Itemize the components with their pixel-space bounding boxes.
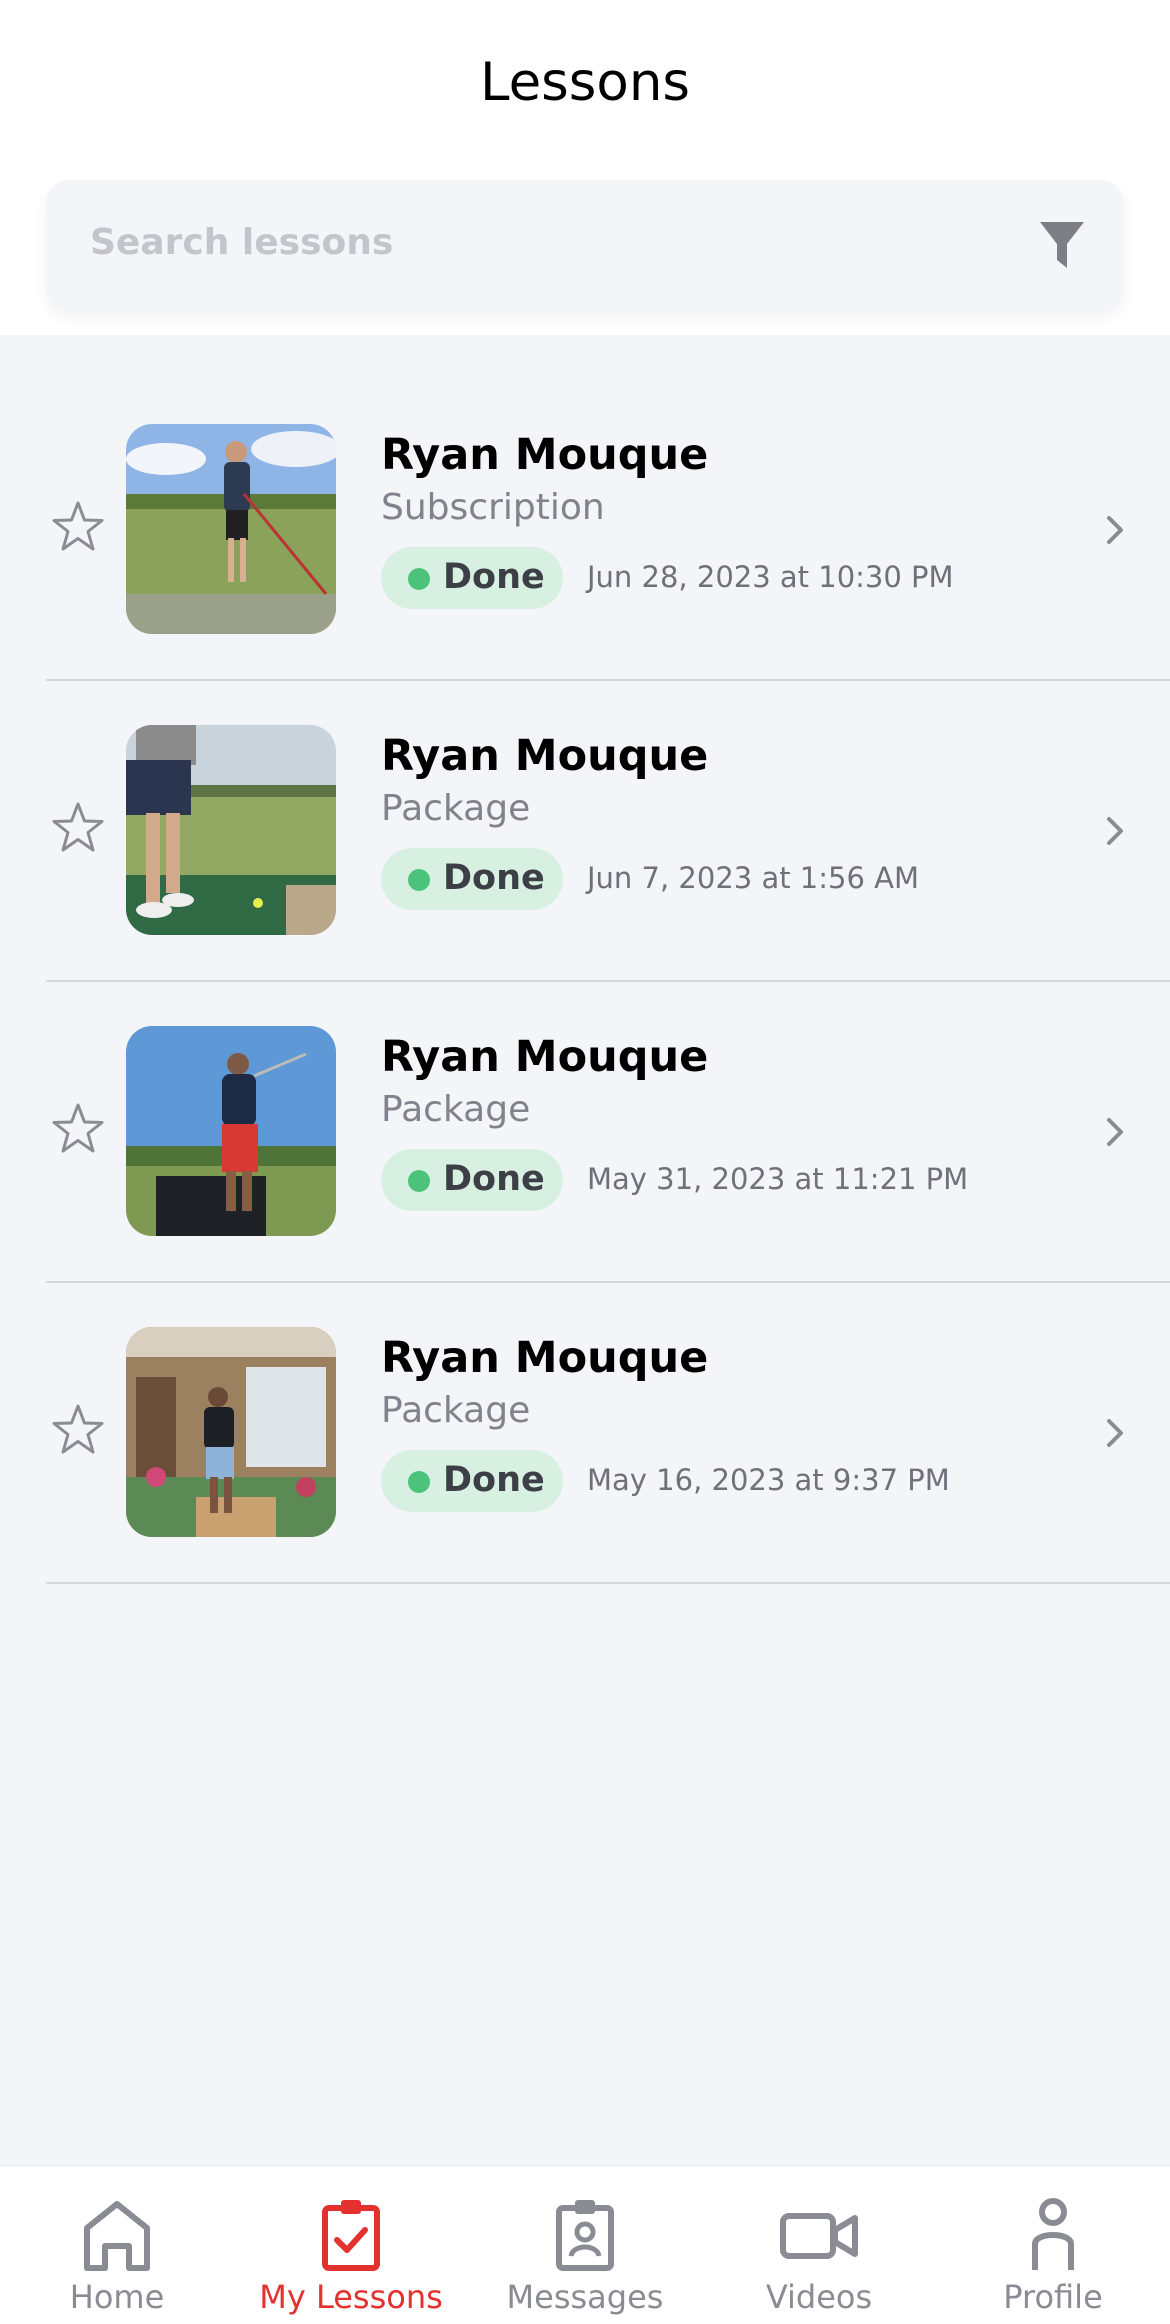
clipboard-check-icon — [322, 2200, 380, 2271]
nav-item-my-lessons[interactable]: My Lessons — [234, 2166, 468, 2324]
lesson-row[interactable]: Ryan Mouque Subscription Done Jun 28, 20… — [46, 380, 1170, 681]
nav-label-profile: Profile — [1003, 2278, 1103, 2316]
status-dot — [408, 1170, 430, 1192]
star-icon[interactable] — [48, 799, 108, 859]
lesson-row[interactable]: Ryan Mouque Package Done May 16, 2023 at… — [46, 1283, 1170, 1584]
status-text: Done — [443, 1159, 545, 1199]
lesson-type: Package — [381, 1390, 531, 1431]
person-icon — [1032, 2198, 1074, 2270]
lesson-row[interactable]: Ryan Mouque Package Done Jun 7, 2023 at … — [46, 681, 1170, 982]
coach-name: Ryan Mouque — [381, 430, 709, 480]
coach-name: Ryan Mouque — [381, 731, 709, 781]
status-badge: Done — [381, 547, 563, 609]
status-dot — [408, 869, 430, 891]
lesson-thumbnail — [126, 424, 336, 634]
status-text: Done — [443, 557, 545, 597]
search-placeholder: Search lessons — [90, 222, 394, 263]
lesson-date: May 16, 2023 at 9:37 PM — [587, 1463, 950, 1497]
status-dot — [408, 568, 430, 590]
status-text: Done — [443, 1460, 545, 1500]
lesson-date: Jun 28, 2023 at 10:30 PM — [587, 560, 954, 594]
coach-name: Ryan Mouque — [381, 1333, 709, 1383]
nav-label-messages: Messages — [506, 2278, 664, 2316]
status-dot — [408, 1471, 430, 1493]
nav-item-profile[interactable]: Profile — [936, 2166, 1170, 2324]
star-icon[interactable] — [48, 1401, 108, 1461]
lesson-row[interactable]: Ryan Mouque Package Done May 31, 2023 at… — [46, 982, 1170, 1283]
filter-icon[interactable] — [1038, 220, 1086, 270]
lesson-type: Package — [381, 1089, 531, 1130]
star-icon[interactable] — [48, 498, 108, 558]
lesson-type: Subscription — [381, 487, 605, 528]
bottom-nav: Home My Lessons Messages Videos Profile — [0, 2165, 1170, 2324]
nav-item-messages[interactable]: Messages — [468, 2166, 702, 2324]
status-badge: Done — [381, 1149, 563, 1211]
lesson-date: May 31, 2023 at 11:21 PM — [587, 1162, 969, 1196]
coach-name: Ryan Mouque — [381, 1032, 709, 1082]
search-input[interactable]: Search lessons — [46, 180, 1124, 312]
nav-label-my-lessons: My Lessons — [259, 2278, 443, 2316]
status-badge: Done — [381, 848, 563, 910]
lesson-list: Ryan Mouque Subscription Done Jun 28, 20… — [0, 380, 1170, 1584]
status-badge: Done — [381, 1450, 563, 1512]
nav-label-videos: Videos — [765, 2278, 873, 2316]
nav-label-home: Home — [69, 2278, 165, 2316]
nav-item-videos[interactable]: Videos — [702, 2166, 936, 2324]
chevron-right-icon[interactable] — [1100, 1112, 1130, 1152]
status-text: Done — [443, 858, 545, 898]
header: Lessons Search lessons — [0, 0, 1170, 335]
chevron-right-icon[interactable] — [1100, 811, 1130, 851]
lesson-thumbnail — [126, 1327, 336, 1537]
nav-item-home[interactable]: Home — [0, 2166, 234, 2324]
page-title: Lessons — [479, 52, 691, 113]
star-icon[interactable] — [48, 1100, 108, 1160]
home-icon — [84, 2201, 150, 2271]
contact-badge-icon — [556, 2200, 614, 2271]
lesson-thumbnail — [126, 725, 336, 935]
chevron-right-icon[interactable] — [1100, 1413, 1130, 1453]
lesson-date: Jun 7, 2023 at 1:56 AM — [587, 861, 919, 895]
chevron-right-icon[interactable] — [1100, 510, 1130, 550]
lesson-type: Package — [381, 788, 531, 829]
lesson-thumbnail — [126, 1026, 336, 1236]
video-camera-icon — [780, 2213, 858, 2259]
